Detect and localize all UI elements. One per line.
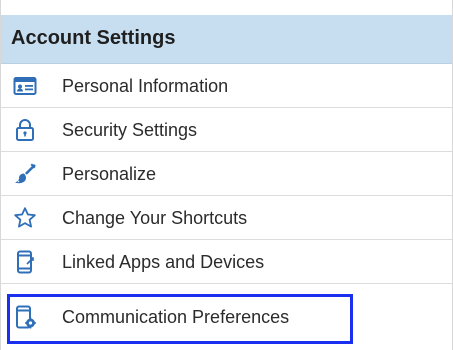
menu-item-label: Personalize	[62, 164, 157, 184]
menu-item-label: Personal Information	[62, 76, 229, 96]
star-icon	[13, 206, 37, 230]
id-card-icon	[13, 74, 37, 98]
menu-item-linked-apps-and-devices[interactable]: Linked Apps and Devices	[1, 240, 452, 284]
menu-item-communication-preferences[interactable]: Communication Preferences	[1, 295, 452, 339]
menu-item-personal-information[interactable]: Personal Information	[1, 64, 452, 108]
menu-item-label: Security Settings	[62, 120, 198, 140]
menu-item-label: Linked Apps and Devices	[62, 252, 265, 272]
paintbrush-icon	[13, 162, 37, 186]
account-settings-panel: Account Settings Personal Information Se	[0, 0, 453, 350]
menu-item-label: Communication Preferences	[62, 307, 290, 327]
menu-item-label: Change Your Shortcuts	[62, 208, 248, 228]
menu-item-security-settings[interactable]: Security Settings	[1, 108, 452, 152]
menu-item-personalize[interactable]: Personalize	[1, 152, 452, 196]
panel-header: Account Settings	[1, 15, 452, 64]
lock-icon	[13, 118, 37, 142]
mobile-gear-icon	[13, 305, 37, 329]
panel-title: Account Settings	[11, 27, 176, 49]
menu-item-change-your-shortcuts[interactable]: Change Your Shortcuts	[1, 196, 452, 240]
mobile-link-icon	[13, 250, 37, 274]
